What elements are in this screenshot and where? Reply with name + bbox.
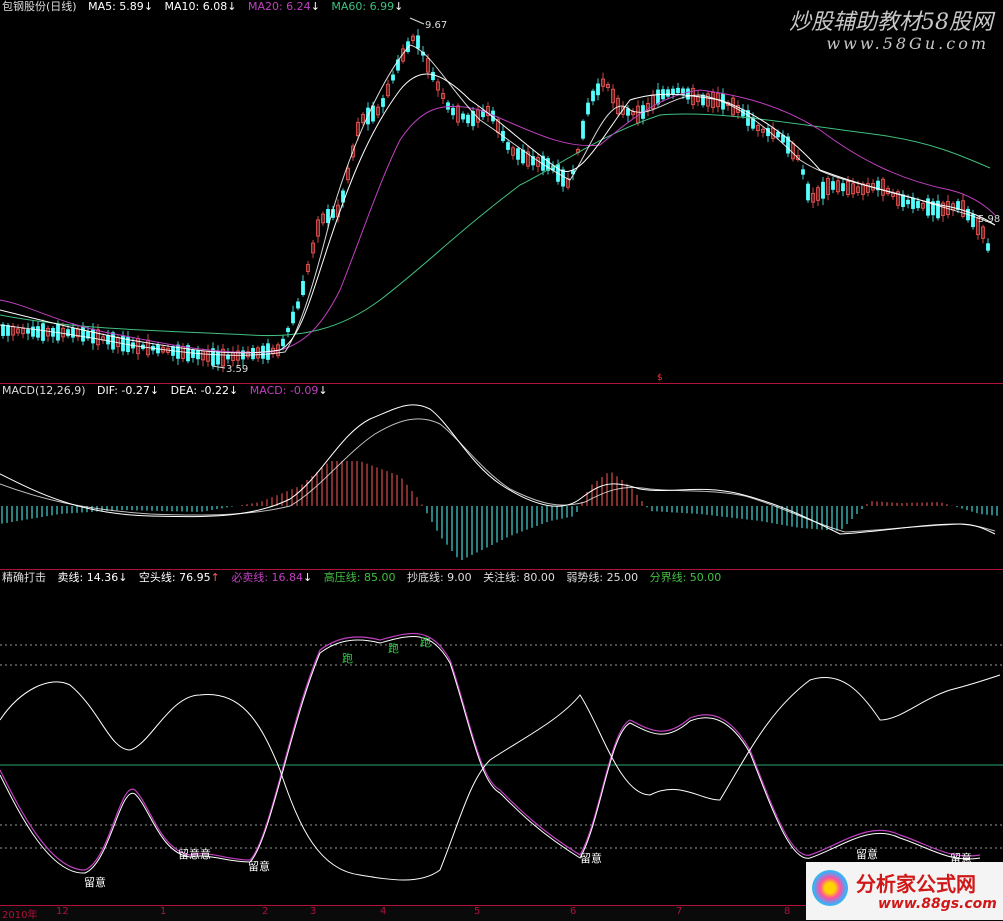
axis-tick: 5 xyxy=(474,906,481,917)
attention-label-5: 留意 xyxy=(856,847,878,861)
macd-chart xyxy=(0,404,998,560)
axis-tick: 2 xyxy=(262,906,269,917)
run-label-2: 跑 xyxy=(388,641,399,655)
watermark-url: www.58Gu.com xyxy=(826,34,989,53)
sell-line xyxy=(0,636,981,874)
must-sell-line xyxy=(0,632,981,871)
attention-label-3: 留意 xyxy=(248,859,270,873)
attention-label-1: 留意 xyxy=(84,875,106,889)
signal-marker: $ xyxy=(657,373,663,383)
indicator-chart: 跑 跑 跑 留意 留意意 留意 留意 留意 留意 xyxy=(0,632,1003,889)
axis-tick: 6 xyxy=(570,906,577,917)
axis-tick: 4 xyxy=(380,906,387,917)
low-price-label: 3.59 xyxy=(226,364,248,375)
ma5-line xyxy=(0,44,996,356)
ma60-line xyxy=(0,113,991,337)
indicator-pane[interactable]: 精确打击 卖线: 14.36↓ 空头线: 76.95↑ 必卖线: 16.84↓ … xyxy=(0,570,1003,905)
attention-label-2: 留意意 xyxy=(178,847,211,861)
macd-pane[interactable]: MACD(12,26,9) DIF: -0.27↓ DEA: -0.22↓ MA… xyxy=(0,384,1003,569)
high-price-label: 9.67 xyxy=(425,20,447,31)
axis-year: 2010年 xyxy=(2,910,38,921)
logo-name: 分析家公式网 xyxy=(856,872,976,896)
attention-label-4: 留意 xyxy=(580,851,602,865)
site-logo: 分析家公式网 www.88gs.com xyxy=(806,862,1003,920)
ma20-line xyxy=(0,89,996,354)
axis-tick: 8 xyxy=(784,906,791,917)
ma10-line xyxy=(0,73,996,354)
run-label-3: 跑 xyxy=(420,635,431,649)
macd-histogram xyxy=(1,461,998,560)
logo-url: www.88gs.com xyxy=(878,896,997,912)
axis-tick: 3 xyxy=(310,906,317,917)
price-chart: 9.67 3.59 5.98 $ xyxy=(0,17,1000,383)
short-line xyxy=(0,674,1001,881)
price-pane[interactable]: 包钢股份(日线) MA5: 5.89↓ MA10: 6.08↓ MA20: 6.… xyxy=(0,0,1003,383)
last-price-label: 5.98 xyxy=(978,214,1000,225)
watermark-title: 炒股辅助教材58股网 xyxy=(789,10,993,35)
axis-tick: 12 xyxy=(56,906,69,917)
candlesticks xyxy=(1,29,990,373)
flower-icon xyxy=(812,870,848,906)
run-label-1: 跑 xyxy=(342,651,353,665)
axis-tick: 1 xyxy=(160,906,167,917)
axis-tick: 7 xyxy=(676,906,683,917)
